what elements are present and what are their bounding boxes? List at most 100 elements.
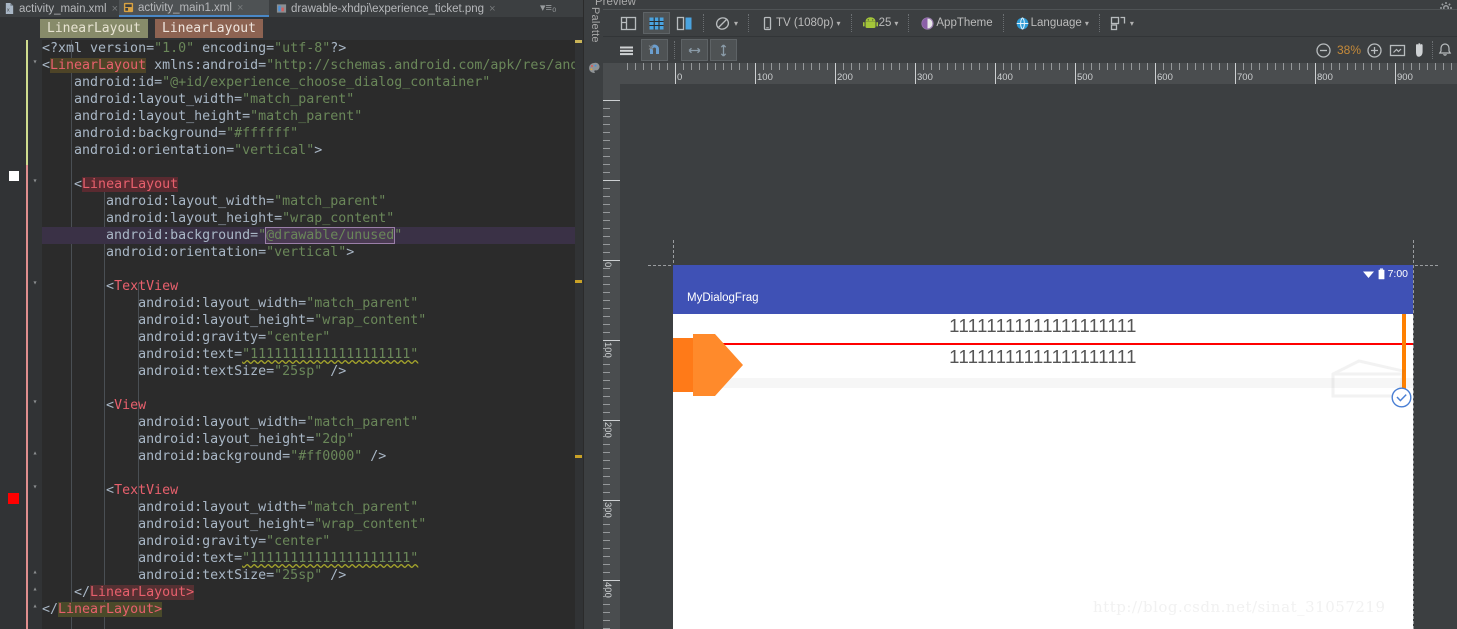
autoconnect-toggle[interactable] [641, 39, 668, 61]
palette-tool-strip[interactable]: Palette [583, 0, 603, 629]
wifi-icon [1362, 271, 1374, 278]
image-file-icon [276, 4, 287, 13]
code-line[interactable]: android:layout_height="wrap_content" [42, 312, 583, 329]
code-line[interactable]: android:layout_width="match_parent" [42, 414, 583, 431]
code-line[interactable]: android:orientation="vertical"> [42, 142, 583, 159]
fold-toggle-icon[interactable]: ▴ [31, 449, 39, 457]
code-line[interactable]: android:layout_width="match_parent" [42, 295, 583, 312]
selection-guide-right [1413, 240, 1414, 629]
breakpoint-marker-icon[interactable] [8, 493, 19, 504]
fold-toggle-icon[interactable]: ▾ [31, 177, 39, 185]
design-surface-toggle[interactable] [616, 12, 641, 34]
code-line[interactable]: android:id="@+id/experience_choose_dialo… [42, 74, 583, 91]
api-level-selector[interactable]: 25 ▾ [858, 12, 903, 34]
editor-gutter[interactable] [0, 40, 26, 629]
code-line[interactable]: android:text="11111111111111111111" [42, 550, 583, 567]
close-icon[interactable]: × [237, 2, 243, 14]
theme-selector[interactable]: AppTheme [915, 12, 996, 34]
code-editor-area[interactable]: <?xml version="1.0" encoding="utf-8"?> <L… [42, 40, 583, 629]
editor-tab-activity-main1[interactable]: activity_main1.xml × [119, 0, 269, 17]
code-line[interactable]: android:orientation="vertical"> [42, 244, 583, 261]
code-line[interactable] [42, 465, 583, 482]
language-selector[interactable]: Language ▾ [1010, 12, 1093, 34]
ruler-label-h: 0 [677, 72, 683, 83]
zoom-level-label: 38% [1336, 43, 1361, 57]
palette-icon [589, 62, 600, 73]
bookmark-marker-icon[interactable] [9, 171, 19, 181]
fold-toggle-icon[interactable]: ▴ [31, 568, 39, 576]
theme-selector-label: AppTheme [936, 17, 993, 29]
vertical-margin-tool[interactable] [710, 39, 737, 61]
code-line[interactable]: </LinearLayout> [42, 601, 583, 618]
breadcrumb-item-linearlayout-root[interactable]: LinearLayout [40, 19, 148, 38]
layout-variants-selector[interactable]: ▾ [1106, 12, 1138, 34]
code-line[interactable] [42, 159, 583, 176]
editor-tab-experience-ticket-png[interactable]: drawable-xhdpi\experience_ticket.png × [272, 0, 537, 17]
both-panes-toggle[interactable] [672, 12, 697, 34]
arrows-horizontal-icon [688, 47, 701, 53]
ruler-label-h: 300 [917, 72, 933, 83]
code-line[interactable]: <TextView [42, 278, 583, 295]
editor-tab-activity-main[interactable]: x activity_main.xml × [0, 0, 118, 17]
check-circle-icon[interactable] [1391, 387, 1412, 408]
design-canvas[interactable]: 7:00 MyDialogFrag 11111111111111111111 1… [620, 84, 1457, 629]
fold-toggle-icon[interactable]: ▾ [31, 398, 39, 406]
ruler-label-h: 700 [1237, 72, 1253, 83]
show-constraints-toggle[interactable] [614, 39, 639, 61]
code-line[interactable]: android:layout_width="match_parent" [42, 91, 583, 108]
bell-icon[interactable] [1438, 42, 1452, 58]
zoom-out-icon[interactable] [1315, 42, 1332, 59]
code-line[interactable]: android:text="11111111111111111111" [42, 346, 583, 363]
close-icon[interactable]: × [489, 3, 495, 15]
code-line[interactable]: android:gravity="center" [42, 329, 583, 346]
red-divider-view [673, 343, 1413, 345]
code-line[interactable] [42, 261, 583, 278]
fold-toggle-icon[interactable]: ▾ [31, 58, 39, 66]
code-line[interactable]: android:layout_height="wrap_content" [42, 516, 583, 533]
layout-panel-icon [620, 16, 637, 30]
code-line[interactable]: <?xml version="1.0" encoding="utf-8"?> [42, 40, 583, 57]
code-line[interactable]: android:background="@drawable/unused" [42, 227, 583, 244]
code-line[interactable]: android:gravity="center" [42, 533, 583, 550]
close-icon[interactable]: × [112, 3, 118, 15]
code-line[interactable]: android:background="#ffffff" [42, 125, 583, 142]
breadcrumb-item-linearlayout-child[interactable]: LinearLayout [155, 19, 263, 38]
editor-error-stripe[interactable] [575, 40, 583, 629]
code-line[interactable] [42, 380, 583, 397]
code-line[interactable]: android:layout_height="match_parent" [42, 108, 583, 125]
zoom-in-icon[interactable] [1366, 42, 1383, 59]
variants-icon [1110, 16, 1125, 30]
code-line[interactable]: android:layout_height="2dp" [42, 431, 583, 448]
zoom-to-fit-icon[interactable] [1389, 43, 1406, 58]
code-line[interactable]: <LinearLayout [42, 176, 583, 193]
tab-overflow-icon[interactable]: ▾≡₀ [540, 1, 557, 14]
fold-toggle-icon[interactable]: ▴ [31, 585, 39, 593]
blueprint-toggle[interactable] [643, 12, 670, 34]
device-selector[interactable]: TV (1080p) ▾ [755, 12, 845, 34]
code-line[interactable]: <LinearLayout xmlns:android="http://sche… [42, 57, 583, 74]
code-folding-column[interactable]: ▾ ▾ ▾ ▾ ▴ ▾ ▴ ▴ ▴ [28, 40, 42, 629]
ide-window: x activity_main.xml × activity_main1.xml… [0, 0, 1457, 629]
ruler-label-h: 900 [1397, 72, 1413, 83]
ruler-label-h: 400 [997, 72, 1013, 83]
fold-toggle-icon[interactable]: ▴ [31, 602, 39, 610]
code-line[interactable]: <TextView [42, 482, 583, 499]
code-line[interactable]: android:layout_width="match_parent" [42, 193, 583, 210]
fold-toggle-icon[interactable]: ▾ [31, 279, 39, 287]
fold-toggle-icon[interactable]: ▾ [31, 483, 39, 491]
horizontal-margin-tool[interactable] [681, 39, 708, 61]
code-line[interactable]: android:layout_height="wrap_content" [42, 210, 583, 227]
code-line[interactable]: android:background="#ff0000" /> [42, 448, 583, 465]
orientation-selector[interactable]: ▾ [710, 12, 742, 34]
arrows-vertical-icon [720, 44, 727, 56]
code-line[interactable]: android:textSize="25sp" /> [42, 567, 583, 584]
textview-1: 11111111111111111111 [949, 315, 1137, 336]
pan-hand-icon[interactable] [1412, 42, 1427, 58]
lines-icon [620, 46, 633, 55]
code-line[interactable]: android:layout_width="match_parent" [42, 499, 583, 516]
code-line[interactable]: android:textSize="25sp" /> [42, 363, 583, 380]
device-render-frame[interactable]: 7:00 MyDialogFrag 11111111111111111111 1… [673, 265, 1413, 629]
code-line[interactable]: <View [42, 397, 583, 414]
code-line[interactable]: </LinearLayout> [42, 584, 583, 601]
breadcrumb: LinearLayout LinearLayout [0, 17, 583, 40]
